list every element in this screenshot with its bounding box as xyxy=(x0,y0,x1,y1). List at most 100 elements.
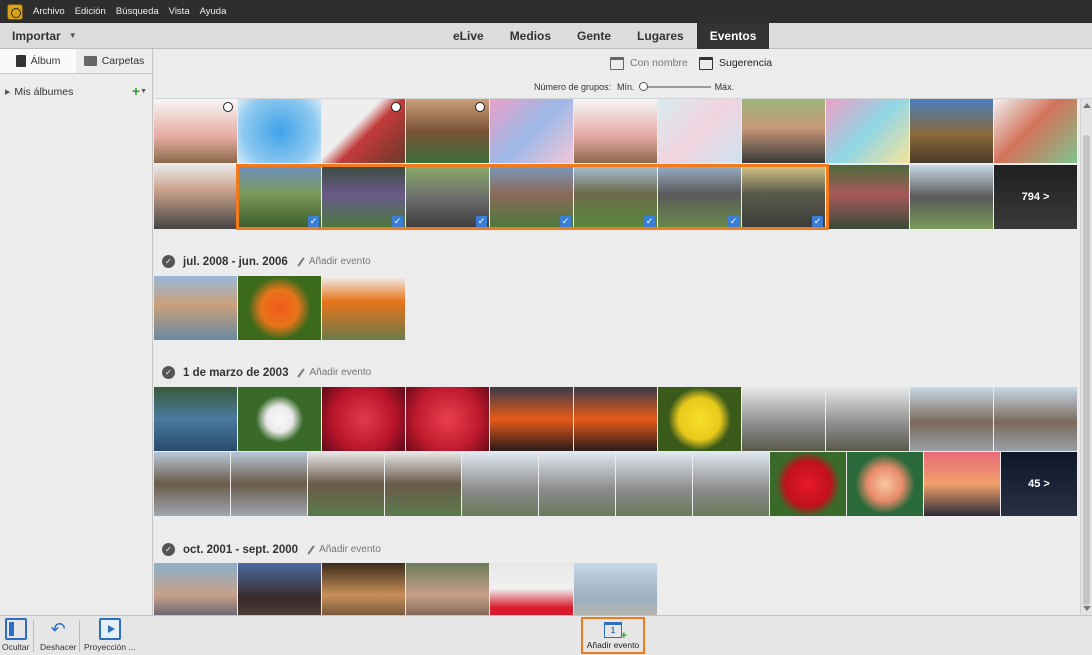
hide-label: Ocultar xyxy=(2,642,30,652)
red-dahlia-photo-1[interactable] xyxy=(322,387,405,451)
horse-rider-photo[interactable] xyxy=(238,563,321,615)
calendar-question-icon xyxy=(699,56,713,70)
event-check-icon[interactable]: ✓ xyxy=(162,255,175,268)
pencil-icon xyxy=(307,544,315,555)
smiling-man-photo[interactable] xyxy=(742,99,825,163)
eiffel-arch-photo-2[interactable] xyxy=(385,452,461,516)
white-flower-photo[interactable] xyxy=(238,387,321,451)
blue-watercolor-photo[interactable] xyxy=(238,99,321,163)
eiffel-tower-photo-4[interactable] xyxy=(231,452,307,516)
add-event-link[interactable]: Añadir evento xyxy=(297,256,371,267)
wakeboard-photo[interactable] xyxy=(154,387,237,451)
sunset-sea-photo[interactable] xyxy=(924,452,1000,516)
flowers-pots-photo[interactable] xyxy=(154,99,237,163)
eiffel-far-photo-2[interactable] xyxy=(539,452,615,516)
tab-gente[interactable]: Gente xyxy=(564,23,624,49)
eiffel-tower-photo-1[interactable] xyxy=(910,387,993,451)
rainbow-watercolor-photo[interactable] xyxy=(826,99,909,163)
pink-watercolor-photo[interactable] xyxy=(490,99,573,163)
app-logo-icon xyxy=(7,3,23,20)
family-lawn-photo-1[interactable]: ✓ xyxy=(238,165,321,229)
event-header: ✓ oct. 2001 - sept. 2000 Añadir evento xyxy=(162,543,381,556)
bottom-toolbar: Ocultar ↶ Deshacer Proyección ... 1 Añad… xyxy=(0,615,1092,655)
eiffel-base-photo-1[interactable] xyxy=(742,387,825,451)
red-rose-photo[interactable] xyxy=(770,452,846,516)
tab-lugares[interactable]: Lugares xyxy=(624,23,697,49)
scrollbar-thumb[interactable] xyxy=(1083,135,1090,605)
sunset-photo-1[interactable] xyxy=(490,387,573,451)
pastel-watercolor-photo[interactable] xyxy=(658,99,741,163)
eiffel-base-photo-2[interactable] xyxy=(826,387,909,451)
boy-helmet-photo[interactable] xyxy=(154,563,237,615)
lily-photo[interactable] xyxy=(847,452,923,516)
tab-medios[interactable]: Medios xyxy=(497,23,564,49)
green-watercolor-photo[interactable] xyxy=(994,99,1077,163)
flowers-pots-photo-2[interactable] xyxy=(574,99,657,163)
tab-folders[interactable]: Carpetas xyxy=(76,49,152,73)
eiffel-far-photo-4[interactable] xyxy=(693,452,769,516)
event-check-icon[interactable]: ✓ xyxy=(162,366,175,379)
scroll-up-icon[interactable] xyxy=(1083,103,1091,108)
expand-triangle-icon[interactable]: ▶ xyxy=(5,88,10,96)
eiffel-arch-photo-1[interactable] xyxy=(308,452,384,516)
tab-elive[interactable]: eLive xyxy=(440,23,497,49)
man-suit-photo[interactable] xyxy=(154,165,237,229)
eiffel-far-photo-1[interactable] xyxy=(462,452,538,516)
red-dahlia-photo-2[interactable] xyxy=(406,387,489,451)
menu-vista[interactable]: Vista xyxy=(169,6,190,17)
family-lawn-photo-4[interactable]: ✓ xyxy=(574,165,657,229)
event-check-icon[interactable]: ✓ xyxy=(162,543,175,556)
add-album-icon[interactable]: +▼ xyxy=(132,83,147,99)
family-road-photo-1[interactable]: ✓ xyxy=(406,165,489,229)
scroll-down-icon[interactable] xyxy=(1083,606,1091,611)
family-road-photo-4[interactable] xyxy=(910,165,993,229)
kids-indoor-photo[interactable] xyxy=(322,563,405,615)
family-lawn-photo-3[interactable]: ✓ xyxy=(490,165,573,229)
tulip-photo[interactable] xyxy=(490,563,573,615)
events-header: Con nombre Sugerencia Número de grupos: … xyxy=(154,49,1092,99)
undo-button[interactable]: ↶ Deshacer xyxy=(40,618,76,652)
my-albums-row[interactable]: ▶ Mis álbumes +▼ xyxy=(0,80,152,104)
hide-panel-button[interactable]: Ocultar xyxy=(2,618,29,652)
import-button[interactable]: Importar ▼ xyxy=(12,29,77,43)
eiffel-tower-photo-2[interactable] xyxy=(994,387,1077,451)
menu-archivo[interactable]: Archivo xyxy=(33,6,65,17)
menu-edicion[interactable]: Edición xyxy=(75,6,106,17)
girl-painting-wall-photo[interactable] xyxy=(322,99,405,163)
more-photos-tile-2[interactable]: 45 > xyxy=(1001,452,1077,516)
family-portrait-photo[interactable] xyxy=(406,563,489,615)
mountain-biker-photo[interactable] xyxy=(910,99,993,163)
menu-busqueda[interactable]: Búsqueda xyxy=(116,6,159,17)
orange-poppy-photo[interactable] xyxy=(238,276,321,340)
view-suggestion-button[interactable]: Sugerencia xyxy=(699,55,772,71)
video-play-icon xyxy=(475,102,485,112)
more-photos-tile[interactable]: 794 > xyxy=(994,165,1077,229)
menu-ayuda[interactable]: Ayuda xyxy=(200,6,227,17)
eiffel-far-photo-3[interactable] xyxy=(616,452,692,516)
poppy-field-photo[interactable] xyxy=(322,276,405,340)
smiling-girl-photo[interactable] xyxy=(406,99,489,163)
vertical-scrollbar[interactable] xyxy=(1080,99,1092,615)
family-lawn-photo-2[interactable]: ✓ xyxy=(322,165,405,229)
girl-lake-photo[interactable] xyxy=(154,276,237,340)
family-road-photo-2[interactable]: ✓ xyxy=(658,165,741,229)
eiffel-tower-photo-3[interactable] xyxy=(154,452,230,516)
view-named-button[interactable]: Con nombre xyxy=(610,55,688,71)
family-bench-photo[interactable] xyxy=(826,165,909,229)
sunset-photo-2[interactable] xyxy=(574,387,657,451)
view-named-label: Con nombre xyxy=(630,57,688,69)
slider-knob[interactable] xyxy=(638,82,648,91)
undo-label: Deshacer xyxy=(40,642,77,652)
yellow-daisy-photo[interactable] xyxy=(658,387,741,451)
add-event-link[interactable]: Añadir evento xyxy=(307,544,381,555)
tab-album[interactable]: Álbum xyxy=(0,49,76,73)
add-event-button[interactable]: 1 Añadir evento xyxy=(581,617,645,654)
add-event-link[interactable]: Añadir evento xyxy=(297,367,371,378)
slideshow-button[interactable]: Proyección ... xyxy=(84,618,136,652)
beach-person-photo[interactable] xyxy=(574,563,657,615)
add-event-link-label: Añadir evento xyxy=(319,544,381,555)
tab-eventos[interactable]: Eventos xyxy=(696,23,770,49)
family-road-photo-3[interactable]: ✓ xyxy=(742,165,825,229)
more-photos-label: 45 > xyxy=(1001,452,1077,516)
group-count-slider[interactable] xyxy=(638,82,711,91)
